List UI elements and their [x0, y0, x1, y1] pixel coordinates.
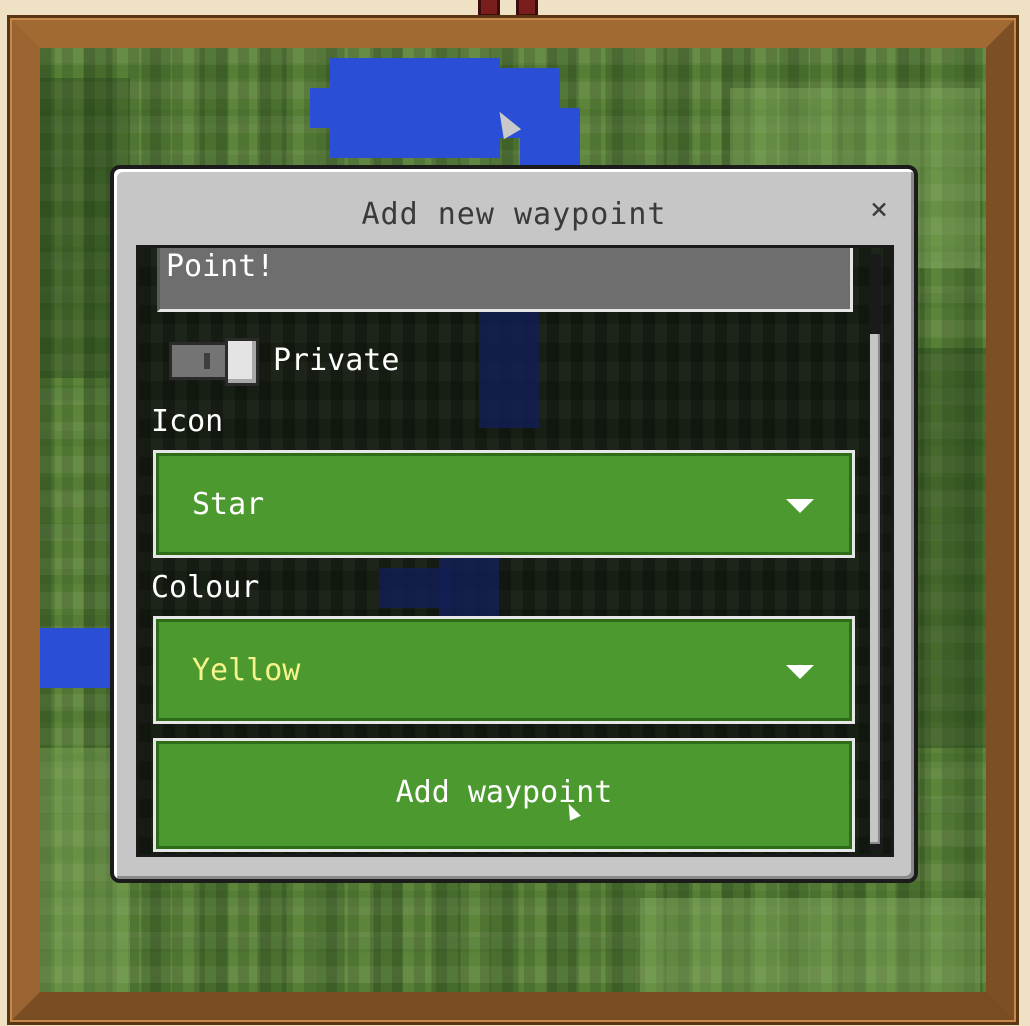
add-waypoint-label: Add waypoint: [395, 775, 613, 810]
dialog-title: Add new waypoint: [361, 197, 667, 232]
icon-selected-value: Star: [192, 487, 265, 522]
colour-label: Colour: [151, 570, 260, 605]
map-pin-left: [478, 0, 500, 17]
dialog-content[interactable]: Point! Private Icon Star Colour Yellow A…: [136, 245, 894, 857]
map-pin-right: [516, 0, 538, 17]
colour-selected-value: Yellow: [192, 653, 301, 688]
toggle-track: [169, 342, 231, 380]
toggle-knob: [225, 338, 259, 386]
add-waypoint-dialog: Add new waypoint × Point! Private Icon S…: [110, 165, 918, 883]
colour-dropdown[interactable]: Yellow: [153, 616, 855, 724]
private-toggle[interactable]: [169, 338, 259, 386]
chevron-down-icon: [786, 499, 814, 513]
scrollbar-thumb[interactable]: [870, 334, 880, 844]
close-icon[interactable]: ×: [870, 195, 888, 225]
game-screen: Add new waypoint × Point! Private Icon S…: [0, 0, 1030, 1026]
add-waypoint-button[interactable]: Add waypoint: [153, 738, 855, 852]
scrollbar[interactable]: [869, 254, 881, 850]
private-label: Private: [273, 343, 400, 378]
waypoint-name-input[interactable]: Point!: [157, 248, 853, 312]
icon-dropdown[interactable]: Star: [153, 450, 855, 558]
chevron-down-icon: [786, 665, 814, 679]
icon-label: Icon: [151, 404, 224, 439]
